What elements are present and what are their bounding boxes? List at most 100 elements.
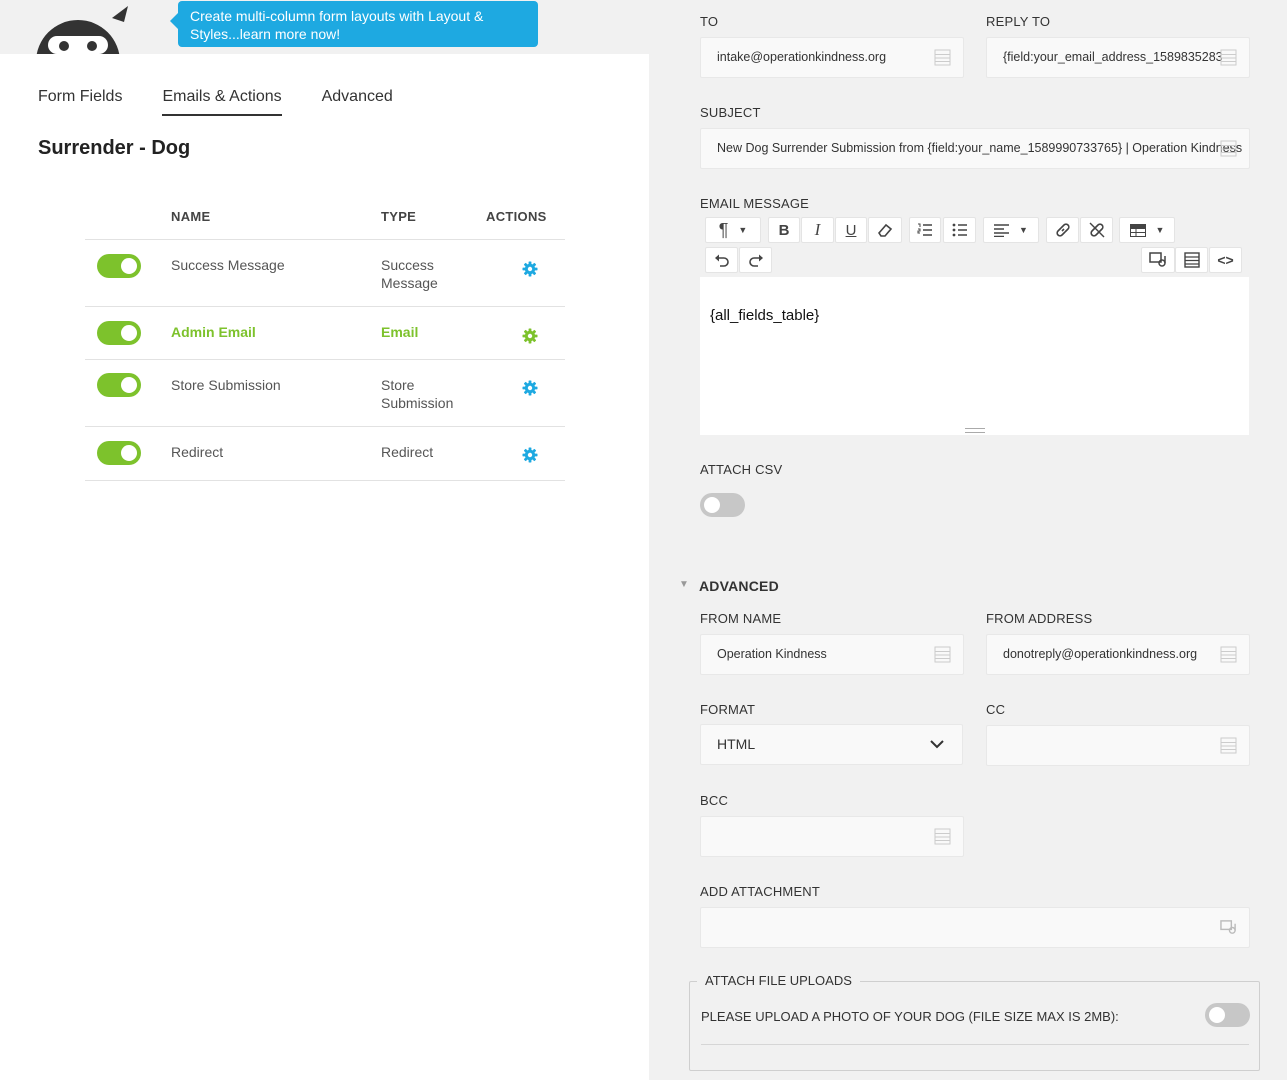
merge-tags-icon (1183, 252, 1200, 268)
subject-label: SUBJECT (700, 105, 761, 120)
attach-file-uploads-legend: ATTACH FILE UPLOADS (697, 973, 860, 988)
email-message-editor[interactable]: {all_fields_table} (700, 277, 1249, 435)
header-actions: ACTIONS (486, 209, 547, 224)
action-toggle[interactable] (97, 373, 141, 397)
caret-down-icon: ▼ (738, 225, 748, 235)
table-row[interactable]: Redirect Redirect (85, 427, 565, 481)
align-left-icon (994, 223, 1010, 237)
merge-tags-icon[interactable] (934, 828, 951, 845)
clear-format-button[interactable] (868, 217, 902, 243)
ordered-list-icon (917, 223, 932, 236)
ninja-logo[interactable] (18, 0, 130, 54)
gear-icon[interactable] (522, 380, 538, 396)
tab-emails-actions[interactable]: Emails & Actions (162, 88, 282, 116)
advanced-heading[interactable]: ADVANCED (699, 578, 779, 594)
layout-styles-tooltip[interactable]: Create multi-column form layouts with La… (170, 1, 538, 47)
reply-to-field[interactable]: {field:your_email_address_1589835283 (986, 37, 1250, 78)
from-address-value: donotreply@operationkindness.org (1003, 647, 1198, 661)
to-field[interactable]: intake@operationkindness.org (700, 37, 964, 78)
redo-button[interactable] (739, 247, 772, 273)
media-icon[interactable] (1220, 919, 1237, 936)
action-type: Redirect (381, 444, 434, 460)
editor-toolbar: ¶ ▼ B I U ▼ ▼ <> (700, 215, 1249, 277)
cc-label: CC (986, 702, 1006, 717)
action-type: Email (381, 324, 419, 340)
undo-button[interactable] (705, 247, 738, 273)
undo-icon (714, 254, 729, 267)
action-toggle[interactable] (97, 321, 141, 345)
from-name-label: FROM NAME (700, 611, 782, 626)
merge-tags-icon[interactable] (934, 646, 951, 663)
subject-value: New Dog Surrender Submission from {field… (717, 141, 1243, 155)
add-attachment-field[interactable] (700, 907, 1250, 948)
action-toggle[interactable] (97, 441, 141, 465)
reply-to-value: {field:your_email_address_1589835283 (1003, 50, 1223, 64)
table-dropdown[interactable]: ▼ (1119, 217, 1175, 243)
action-name: Admin Email (171, 324, 256, 340)
merge-tags-icon[interactable] (934, 49, 951, 66)
editor-resize-handle[interactable] (965, 428, 985, 433)
bullet-list-icon (952, 223, 967, 237)
bold-button[interactable]: B (768, 217, 800, 243)
bcc-field[interactable] (700, 816, 964, 857)
builder-left-pane: Create multi-column form layouts with La… (0, 0, 649, 1080)
ordered-list-button[interactable] (909, 217, 941, 243)
code-icon: <> (1217, 252, 1234, 268)
tab-form-fields[interactable]: Form Fields (38, 88, 122, 116)
gear-icon[interactable] (522, 447, 538, 463)
media-icon (1149, 252, 1166, 267)
caret-down-icon: ▼ (1155, 225, 1165, 235)
header-name: NAME (171, 209, 211, 224)
merge-tags-icon[interactable] (1220, 646, 1237, 663)
format-label: FORMAT (700, 702, 756, 717)
divider (701, 1044, 1249, 1045)
action-name: Success Message (171, 257, 285, 273)
action-name: Store Submission (171, 377, 281, 393)
table-header: NAME TYPE ACTIONS (85, 202, 565, 240)
builder-tabs: Form Fields Emails & Actions Advanced (38, 88, 393, 116)
insert-link-button[interactable] (1046, 217, 1079, 243)
remove-link-button[interactable] (1080, 217, 1113, 243)
table-row[interactable]: Store Submission Store Submission (85, 360, 565, 427)
unlink-icon (1089, 222, 1104, 238)
align-dropdown[interactable]: ▼ (983, 217, 1039, 243)
cc-field[interactable] (986, 725, 1250, 766)
italic-button[interactable]: I (801, 217, 834, 243)
tooltip-text: Create multi-column form layouts with La… (190, 8, 484, 42)
attach-csv-toggle[interactable] (700, 493, 745, 517)
from-name-field[interactable]: Operation Kindness (700, 634, 964, 675)
format-select[interactable]: HTML (700, 724, 963, 765)
table-row[interactable]: Admin Email Email (85, 307, 565, 360)
collapse-triangle-icon[interactable]: ▼ (679, 579, 689, 590)
form-title: Surrender - Dog (38, 137, 191, 159)
gear-icon[interactable] (522, 328, 538, 344)
action-type: Success Message (381, 257, 438, 291)
code-view-button[interactable]: <> (1209, 247, 1242, 273)
merge-tags-icon[interactable] (1220, 737, 1237, 754)
subject-field[interactable]: New Dog Surrender Submission from {field… (700, 128, 1250, 169)
gear-icon[interactable] (522, 261, 538, 277)
paragraph-style-dropdown[interactable]: ¶ ▼ (705, 217, 761, 243)
insert-media-button[interactable] (1141, 247, 1175, 273)
table-icon (1129, 223, 1146, 237)
merge-tags-button[interactable] (1175, 247, 1208, 273)
format-value: HTML (717, 736, 756, 752)
eraser-icon (877, 223, 893, 237)
tab-advanced[interactable]: Advanced (322, 88, 393, 116)
pilcrow-icon: ¶ (718, 219, 729, 240)
merge-tags-icon[interactable] (1220, 49, 1237, 66)
underline-button[interactable]: U (835, 217, 867, 243)
redo-icon (748, 254, 763, 267)
from-address-label: FROM ADDRESS (986, 611, 1093, 626)
underline-icon: U (845, 221, 857, 239)
file-upload-attach-toggle[interactable] (1205, 1003, 1250, 1027)
editor-content[interactable]: {all_fields_table} (710, 307, 819, 324)
table-row[interactable]: Success Message Success Message (85, 240, 565, 307)
unordered-list-button[interactable] (943, 217, 976, 243)
from-address-field[interactable]: donotreply@operationkindness.org (986, 634, 1250, 675)
actions-table: NAME TYPE ACTIONS Success Message Succes… (85, 202, 565, 481)
from-name-value: Operation Kindness (717, 647, 827, 661)
merge-tags-icon[interactable] (1220, 140, 1237, 157)
action-toggle[interactable] (97, 254, 141, 278)
email-message-label: EMAIL MESSAGE (700, 196, 810, 211)
